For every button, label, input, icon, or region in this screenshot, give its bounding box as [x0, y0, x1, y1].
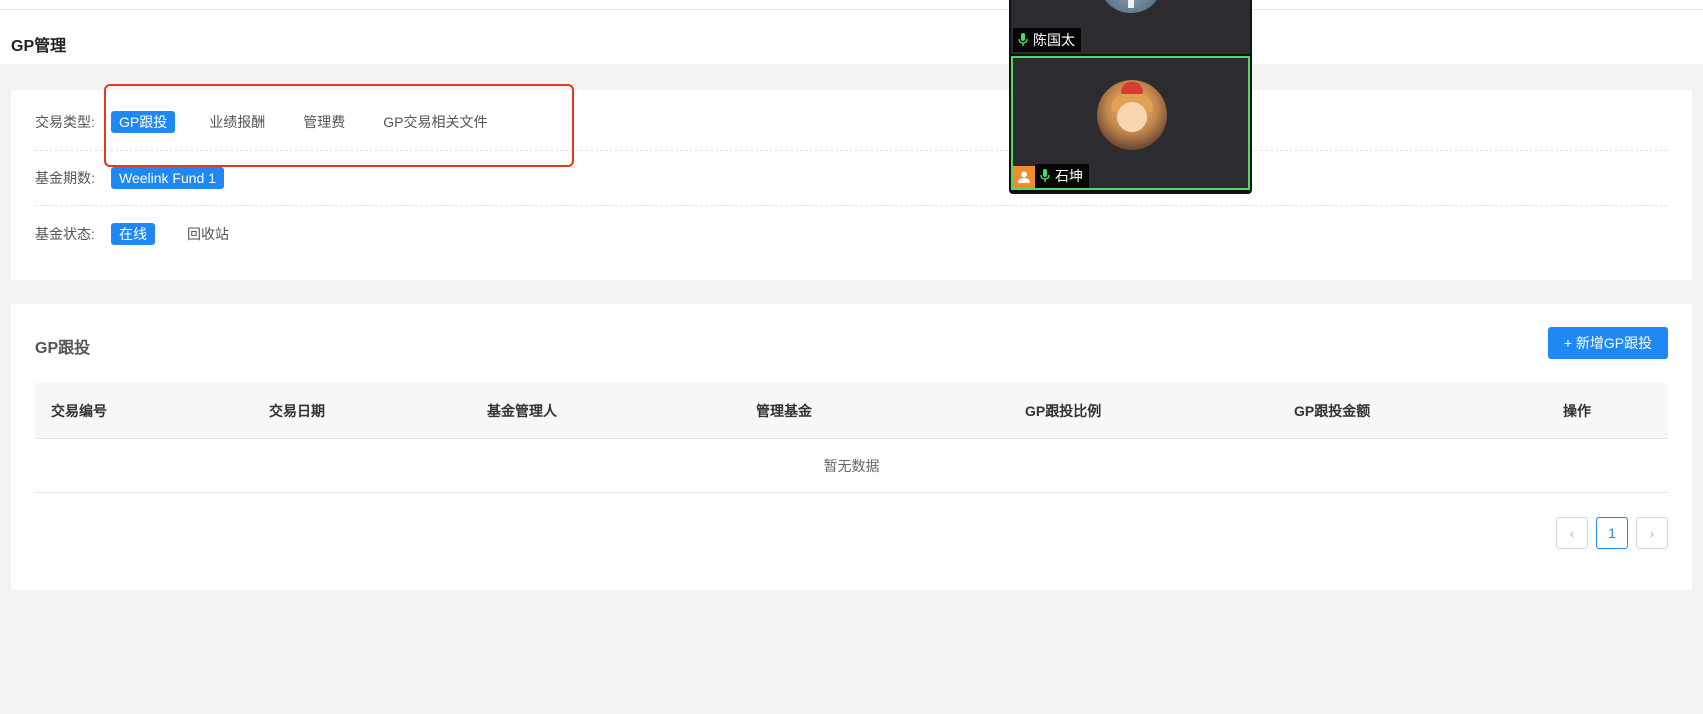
- filter-label: 交易类型:: [35, 114, 95, 130]
- pagination: ‹ 1 ›: [1556, 517, 1668, 549]
- column-actions[interactable]: 操作: [1563, 401, 1591, 421]
- filter-label: 基金状态:: [35, 225, 95, 242]
- participant-name-chip: 陈国太: [1013, 28, 1081, 52]
- participant-name: 石坤: [1055, 168, 1083, 184]
- microphone-icon: [1018, 33, 1028, 46]
- tag-online[interactable]: 在线: [111, 222, 155, 245]
- filter-fund-status: 基金状态: 在线 回收站: [35, 206, 1668, 261]
- empty-state: 暂无数据: [35, 439, 1668, 493]
- top-bar: [0, 0, 1703, 10]
- avatar: [1101, 0, 1161, 13]
- tag-recycle-bin[interactable]: 回收站: [179, 223, 237, 245]
- highlight-annotation-box: [104, 84, 574, 167]
- prev-page-button[interactable]: ‹: [1556, 517, 1588, 549]
- page-1-button[interactable]: 1: [1596, 517, 1628, 549]
- participant-tile-active[interactable]: 石坤: [1011, 56, 1250, 190]
- tag-weelink-fund-1[interactable]: Weelink Fund 1: [111, 167, 225, 189]
- add-gp-follow-button[interactable]: + 新增GP跟投: [1548, 327, 1668, 359]
- filter-label: 基金期数:: [35, 170, 95, 186]
- host-user-icon: [1013, 166, 1035, 188]
- video-call-panel[interactable]: 陈国太 石坤: [1009, 0, 1252, 194]
- next-page-button[interactable]: ›: [1636, 517, 1668, 549]
- participant-name-chip: 石坤: [1035, 164, 1089, 188]
- column-transaction-date[interactable]: 交易日期: [269, 401, 325, 421]
- table-card: GP跟投 + 新增GP跟投 交易编号 交易日期 基金管理人 管理基金 GP跟投比…: [11, 304, 1692, 590]
- column-gp-follow-ratio[interactable]: GP跟投比例: [1025, 401, 1101, 421]
- microphone-icon: [1040, 169, 1050, 182]
- column-transaction-no[interactable]: 交易编号: [51, 401, 107, 421]
- page-title: GP管理: [11, 38, 67, 55]
- column-managed-fund[interactable]: 管理基金: [756, 401, 812, 421]
- participant-tile[interactable]: 陈国太: [1011, 0, 1250, 54]
- table-header: 交易编号 交易日期 基金管理人 管理基金 GP跟投比例 GP跟投金额 操作: [35, 383, 1668, 439]
- column-gp-follow-amount[interactable]: GP跟投金额: [1294, 401, 1370, 421]
- column-fund-manager[interactable]: 基金管理人: [487, 401, 557, 421]
- section-title: GP跟投: [35, 340, 91, 357]
- page-header: GP管理: [0, 10, 1703, 65]
- data-table: 交易编号 交易日期 基金管理人 管理基金 GP跟投比例 GP跟投金额 操作 暂无…: [35, 383, 1668, 493]
- avatar: [1097, 80, 1167, 150]
- participant-name: 陈国太: [1033, 32, 1075, 48]
